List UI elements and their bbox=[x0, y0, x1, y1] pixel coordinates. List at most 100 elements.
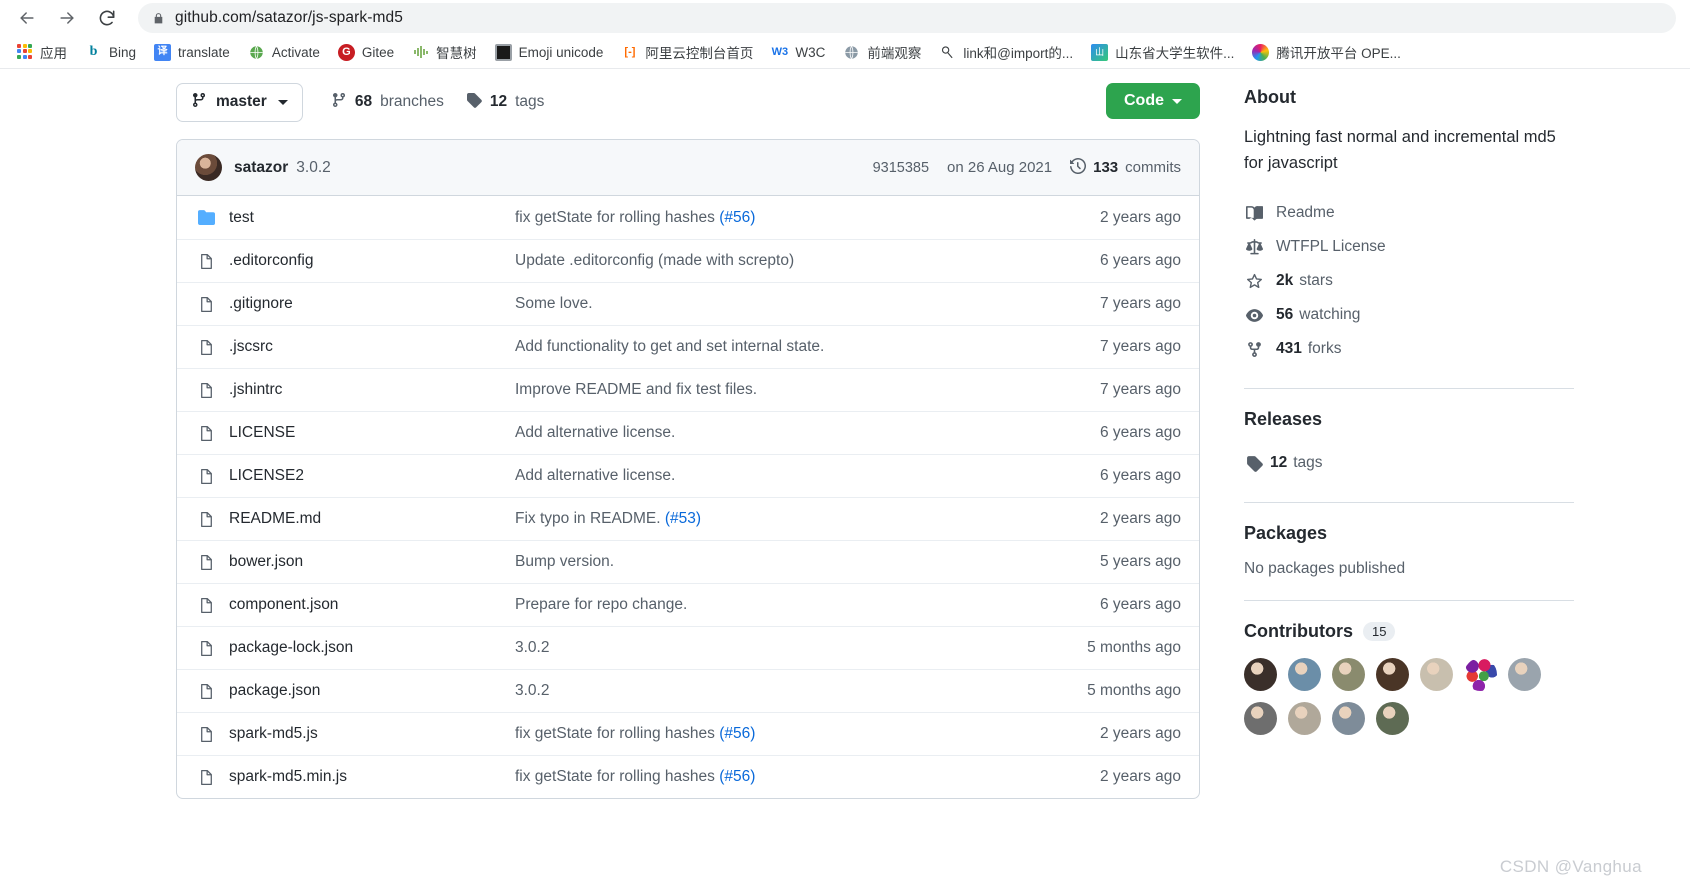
bookmark-zhihuishu[interactable]: 智慧树 bbox=[404, 38, 485, 66]
commit-message[interactable]: Update .editorconfig (made with screpto) bbox=[515, 252, 1011, 270]
table-row[interactable]: component.json Prepare for repo change. 6 … bbox=[177, 583, 1199, 626]
code-button[interactable]: Code bbox=[1106, 83, 1200, 119]
bookmark-label: translate bbox=[178, 44, 230, 60]
commit-message[interactable]: Add alternative license. bbox=[515, 424, 1011, 442]
commit-message[interactable]: Some love. bbox=[515, 295, 1011, 313]
commit-sha[interactable]: 9315385 bbox=[873, 160, 929, 176]
file-name[interactable]: bower.json bbox=[229, 553, 515, 571]
back-button[interactable] bbox=[14, 5, 40, 31]
aliyun-icon: [-] bbox=[624, 45, 636, 58]
commit-message[interactable]: 3.0.2 bbox=[515, 639, 1011, 657]
forward-button[interactable] bbox=[54, 5, 80, 31]
bookmark-link-import[interactable]: link和@import的... bbox=[931, 38, 1081, 66]
table-row[interactable]: bower.json Bump version. 5 years ago bbox=[177, 540, 1199, 583]
file-name[interactable]: .jshintrc bbox=[229, 381, 515, 399]
bookmark-tencent[interactable]: 腾讯开放平台 OPE... bbox=[1244, 38, 1409, 66]
bookmark-aliyun[interactable]: [-] 阿里云控制台首页 bbox=[613, 38, 761, 66]
table-row[interactable]: test fix getState for rolling hashes (#56… bbox=[177, 196, 1199, 239]
file-name[interactable]: .editorconfig bbox=[229, 252, 515, 270]
avatar[interactable] bbox=[1332, 658, 1365, 692]
stars-count: 2k bbox=[1276, 272, 1294, 290]
table-row[interactable]: .jshintrc Improve README and fix test fil… bbox=[177, 368, 1199, 411]
file-name[interactable]: LICENSE bbox=[229, 424, 515, 442]
bookmark-activate[interactable]: Activate bbox=[240, 40, 328, 65]
commit-message[interactable]: Fix typo in README. (#53) bbox=[515, 510, 1011, 528]
branch-selector[interactable]: master bbox=[176, 82, 303, 122]
commit-message[interactable]: 3.0.2 bbox=[515, 682, 1011, 700]
table-row[interactable]: package.json 3.0.2 5 months ago bbox=[177, 669, 1199, 712]
branch-name: master bbox=[216, 93, 267, 110]
issue-link[interactable]: (#56) bbox=[719, 725, 755, 742]
bookmark-gitee[interactable]: G Gitee bbox=[330, 40, 402, 65]
bookmark-translate[interactable]: 译 translate bbox=[146, 40, 238, 65]
bookmark-frontend-observer[interactable]: 前端观察 bbox=[835, 38, 929, 66]
file-name[interactable]: LICENSE2 bbox=[229, 467, 515, 485]
bookmark-shandong[interactable]: 山 山东省大学生软件... bbox=[1083, 38, 1242, 66]
contributors-title: Contributors bbox=[1244, 621, 1353, 642]
commit-message[interactable]: Add alternative license. bbox=[515, 467, 1011, 485]
commit-message[interactable]: Add functionality to get and set interna… bbox=[515, 338, 1011, 356]
sidebar-item-watching[interactable]: 56 watching bbox=[1244, 298, 1690, 332]
avatar[interactable] bbox=[1508, 658, 1541, 692]
commit-message[interactable]: Improve README and fix test files. bbox=[515, 381, 1011, 399]
avatar[interactable] bbox=[1376, 658, 1409, 692]
avatar[interactable] bbox=[1376, 702, 1409, 736]
wave-icon bbox=[412, 44, 429, 61]
bookmark-w3c[interactable]: W3 W3C bbox=[763, 40, 833, 65]
avatar[interactable] bbox=[1420, 658, 1453, 692]
commit-age: 2 years ago bbox=[1100, 725, 1181, 742]
file-name[interactable]: spark-md5.min.js bbox=[229, 768, 515, 786]
file-name[interactable]: package.json bbox=[229, 682, 515, 700]
commit-message[interactable]: fix getState for rolling hashes (#56) bbox=[515, 768, 1011, 786]
repo-main-column: master 68 branches 12 tags Code satazor … bbox=[0, 69, 1218, 883]
reload-button[interactable] bbox=[94, 5, 120, 31]
commit-message[interactable]: fix getState for rolling hashes (#56) bbox=[515, 725, 1011, 743]
avatar[interactable] bbox=[1288, 658, 1321, 692]
commit-message[interactable]: 3.0.2 bbox=[296, 159, 330, 177]
issue-link[interactable]: (#53) bbox=[665, 510, 701, 527]
folder-icon bbox=[195, 209, 217, 226]
file-name[interactable]: .jscsrc bbox=[229, 338, 515, 356]
file-name[interactable]: spark-md5.js bbox=[229, 725, 515, 743]
file-name[interactable]: README.md bbox=[229, 510, 515, 528]
table-row[interactable]: .jscsrc Add functionality to get and set … bbox=[177, 325, 1199, 368]
file-name[interactable]: component.json bbox=[229, 596, 515, 614]
avatar[interactable] bbox=[1288, 702, 1321, 736]
avatar[interactable] bbox=[1464, 658, 1497, 692]
releases-tags-row[interactable]: 12 tags bbox=[1244, 446, 1690, 480]
sidebar-item-stars[interactable]: 2k stars bbox=[1244, 264, 1690, 298]
bookmark-apps[interactable]: 应用 bbox=[8, 38, 75, 66]
address-bar[interactable]: github.com/satazor/js-spark-md5 bbox=[138, 3, 1676, 33]
tags-counter[interactable]: 12 tags bbox=[466, 92, 544, 113]
issue-link[interactable]: (#56) bbox=[719, 768, 755, 785]
commits-counter[interactable]: 133 commits bbox=[1070, 157, 1181, 178]
table-row[interactable]: spark-md5.min.js fix getState for rolling… bbox=[177, 755, 1199, 798]
bookmark-bing[interactable]: b Bing bbox=[77, 40, 144, 65]
sidebar-item-forks[interactable]: 431 forks bbox=[1244, 332, 1690, 366]
table-row[interactable]: .gitignore Some love. 7 years ago bbox=[177, 282, 1199, 325]
branches-counter[interactable]: 68 branches bbox=[331, 92, 444, 113]
commit-message[interactable]: Prepare for repo change. bbox=[515, 596, 1011, 614]
file-name[interactable]: package-lock.json bbox=[229, 639, 515, 657]
table-row[interactable]: README.md Fix typo in README. (#53) 2 year… bbox=[177, 497, 1199, 540]
sidebar-item-readme[interactable]: Readme bbox=[1244, 196, 1690, 230]
avatar[interactable] bbox=[1244, 658, 1277, 692]
issue-link[interactable]: (#56) bbox=[719, 209, 755, 226]
file-name[interactable]: .gitignore bbox=[229, 295, 515, 313]
avatar[interactable] bbox=[1244, 702, 1277, 736]
table-row[interactable]: spark-md5.js fix getState for rolling has… bbox=[177, 712, 1199, 755]
avatar[interactable] bbox=[1332, 702, 1365, 736]
table-row[interactable]: .editorconfig Update .editorconfig (made … bbox=[177, 239, 1199, 282]
table-row[interactable]: LICENSE Add alternative license. 6 years a… bbox=[177, 411, 1199, 454]
bookmark-emoji-unicode[interactable]: Emoji unicode bbox=[487, 40, 612, 65]
sidebar-item-license[interactable]: WTFPL License bbox=[1244, 230, 1690, 264]
commit-author[interactable]: satazor bbox=[234, 159, 288, 177]
file-name[interactable]: test bbox=[229, 209, 515, 227]
table-row[interactable]: LICENSE2 Add alternative license. 6 years … bbox=[177, 454, 1199, 497]
commit-message[interactable]: fix getState for rolling hashes (#56) bbox=[515, 209, 1011, 227]
avatar[interactable] bbox=[195, 154, 222, 181]
table-row[interactable]: package-lock.json 3.0.2 5 months ago bbox=[177, 626, 1199, 669]
file-list: test fix getState for rolling hashes (#56… bbox=[177, 196, 1199, 798]
commit-message[interactable]: Bump version. bbox=[515, 553, 1011, 571]
packages-empty-note: No packages published bbox=[1244, 560, 1406, 578]
